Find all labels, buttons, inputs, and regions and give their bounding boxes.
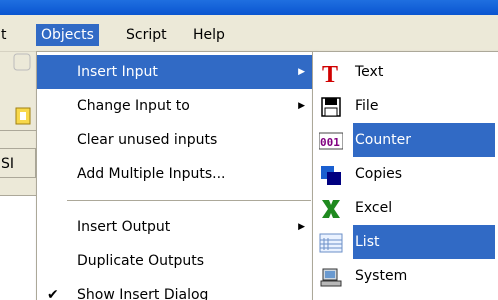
menu-item-insert-output[interactable]: Insert Output ▶ — [37, 210, 313, 244]
submenu-item-label: List — [353, 225, 495, 259]
menu-item-label: Clear unused inputs — [77, 132, 218, 148]
toolbar-icon — [13, 53, 31, 71]
menu-bar: t Objects Script Help — [0, 15, 498, 52]
submenu-arrow-icon: ▶ — [298, 67, 305, 77]
submenu-arrow-icon: ▶ — [298, 222, 305, 232]
submenu-item-label: Excel — [355, 200, 393, 216]
system-icon — [320, 268, 342, 287]
title-bar — [0, 0, 498, 15]
menu-script[interactable]: Script — [121, 24, 172, 46]
text-icon: T — [322, 62, 338, 85]
submenu-item-system[interactable]: System — [313, 259, 497, 293]
submenu-item-text[interactable]: T Text — [313, 55, 497, 89]
menu-item-clear-unused-inputs[interactable]: Clear unused inputs — [37, 123, 313, 157]
submenu-item-excel[interactable]: Excel — [313, 191, 497, 225]
submenu-item-list[interactable]: List — [313, 225, 497, 259]
menu-item-insert-input[interactable]: Insert Input ▶ — [37, 55, 313, 89]
menu-edit-partial[interactable]: t — [0, 24, 12, 46]
background-toolbar-row — [0, 104, 36, 131]
menu-item-label: Show Insert Dialog — [77, 287, 209, 300]
submenu-item-label: File — [355, 98, 379, 114]
menu-separator — [67, 200, 311, 201]
submenu-item-label: Text — [355, 64, 384, 80]
submenu-item-label: Copies — [355, 166, 403, 182]
menu-item-label: Insert Input — [77, 64, 158, 80]
menu-item-change-input-to[interactable]: Change Input to ▶ — [37, 89, 313, 123]
copies-icon — [321, 166, 341, 185]
counter-icon: 001 — [319, 132, 343, 150]
menu-item-label: Change Input to — [77, 98, 190, 114]
submenu-item-counter[interactable]: 001 Counter — [313, 123, 497, 157]
menu-objects[interactable]: Objects — [36, 24, 99, 46]
menu-item-label: Insert Output — [77, 219, 171, 235]
file-icon — [321, 97, 341, 117]
submenu-item-label: System — [355, 268, 408, 284]
submenu-arrow-icon: ▶ — [298, 101, 305, 111]
menu-item-label: Duplicate Outputs — [77, 253, 205, 269]
submenu-item-file[interactable]: File — [313, 89, 497, 123]
checkmark-icon: ✔ — [47, 287, 59, 300]
insert-input-submenu: T Text File 001 Counter Copies Excel Lis… — [312, 51, 498, 300]
objects-menu: Insert Input ▶ Change Input to ▶ Clear u… — [36, 51, 316, 300]
menu-item-add-multiple-inputs[interactable]: Add Multiple Inputs... — [37, 157, 313, 191]
menu-item-duplicate-outputs[interactable]: Duplicate Outputs — [37, 244, 313, 278]
menu-item-label: Add Multiple Inputs... — [77, 166, 226, 182]
svg-text:001: 001 — [320, 136, 340, 149]
submenu-item-label: Counter — [353, 123, 495, 157]
submenu-item-copies[interactable]: Copies — [313, 157, 497, 191]
list-icon — [319, 233, 343, 253]
menu-item-show-insert-dialog[interactable]: ✔ Show Insert Dialog — [37, 278, 313, 300]
yellow-tool-icon[interactable] — [0, 104, 36, 130]
app-window: t Objects Script Help SI ▼ Insert Input … — [0, 0, 498, 300]
menu-help[interactable]: Help — [188, 24, 230, 46]
svg-text:T: T — [322, 62, 338, 85]
background-canvas — [0, 195, 36, 300]
excel-icon — [322, 200, 340, 218]
background-tab[interactable]: SI — [0, 148, 36, 178]
background-toolbar-left — [0, 52, 36, 100]
